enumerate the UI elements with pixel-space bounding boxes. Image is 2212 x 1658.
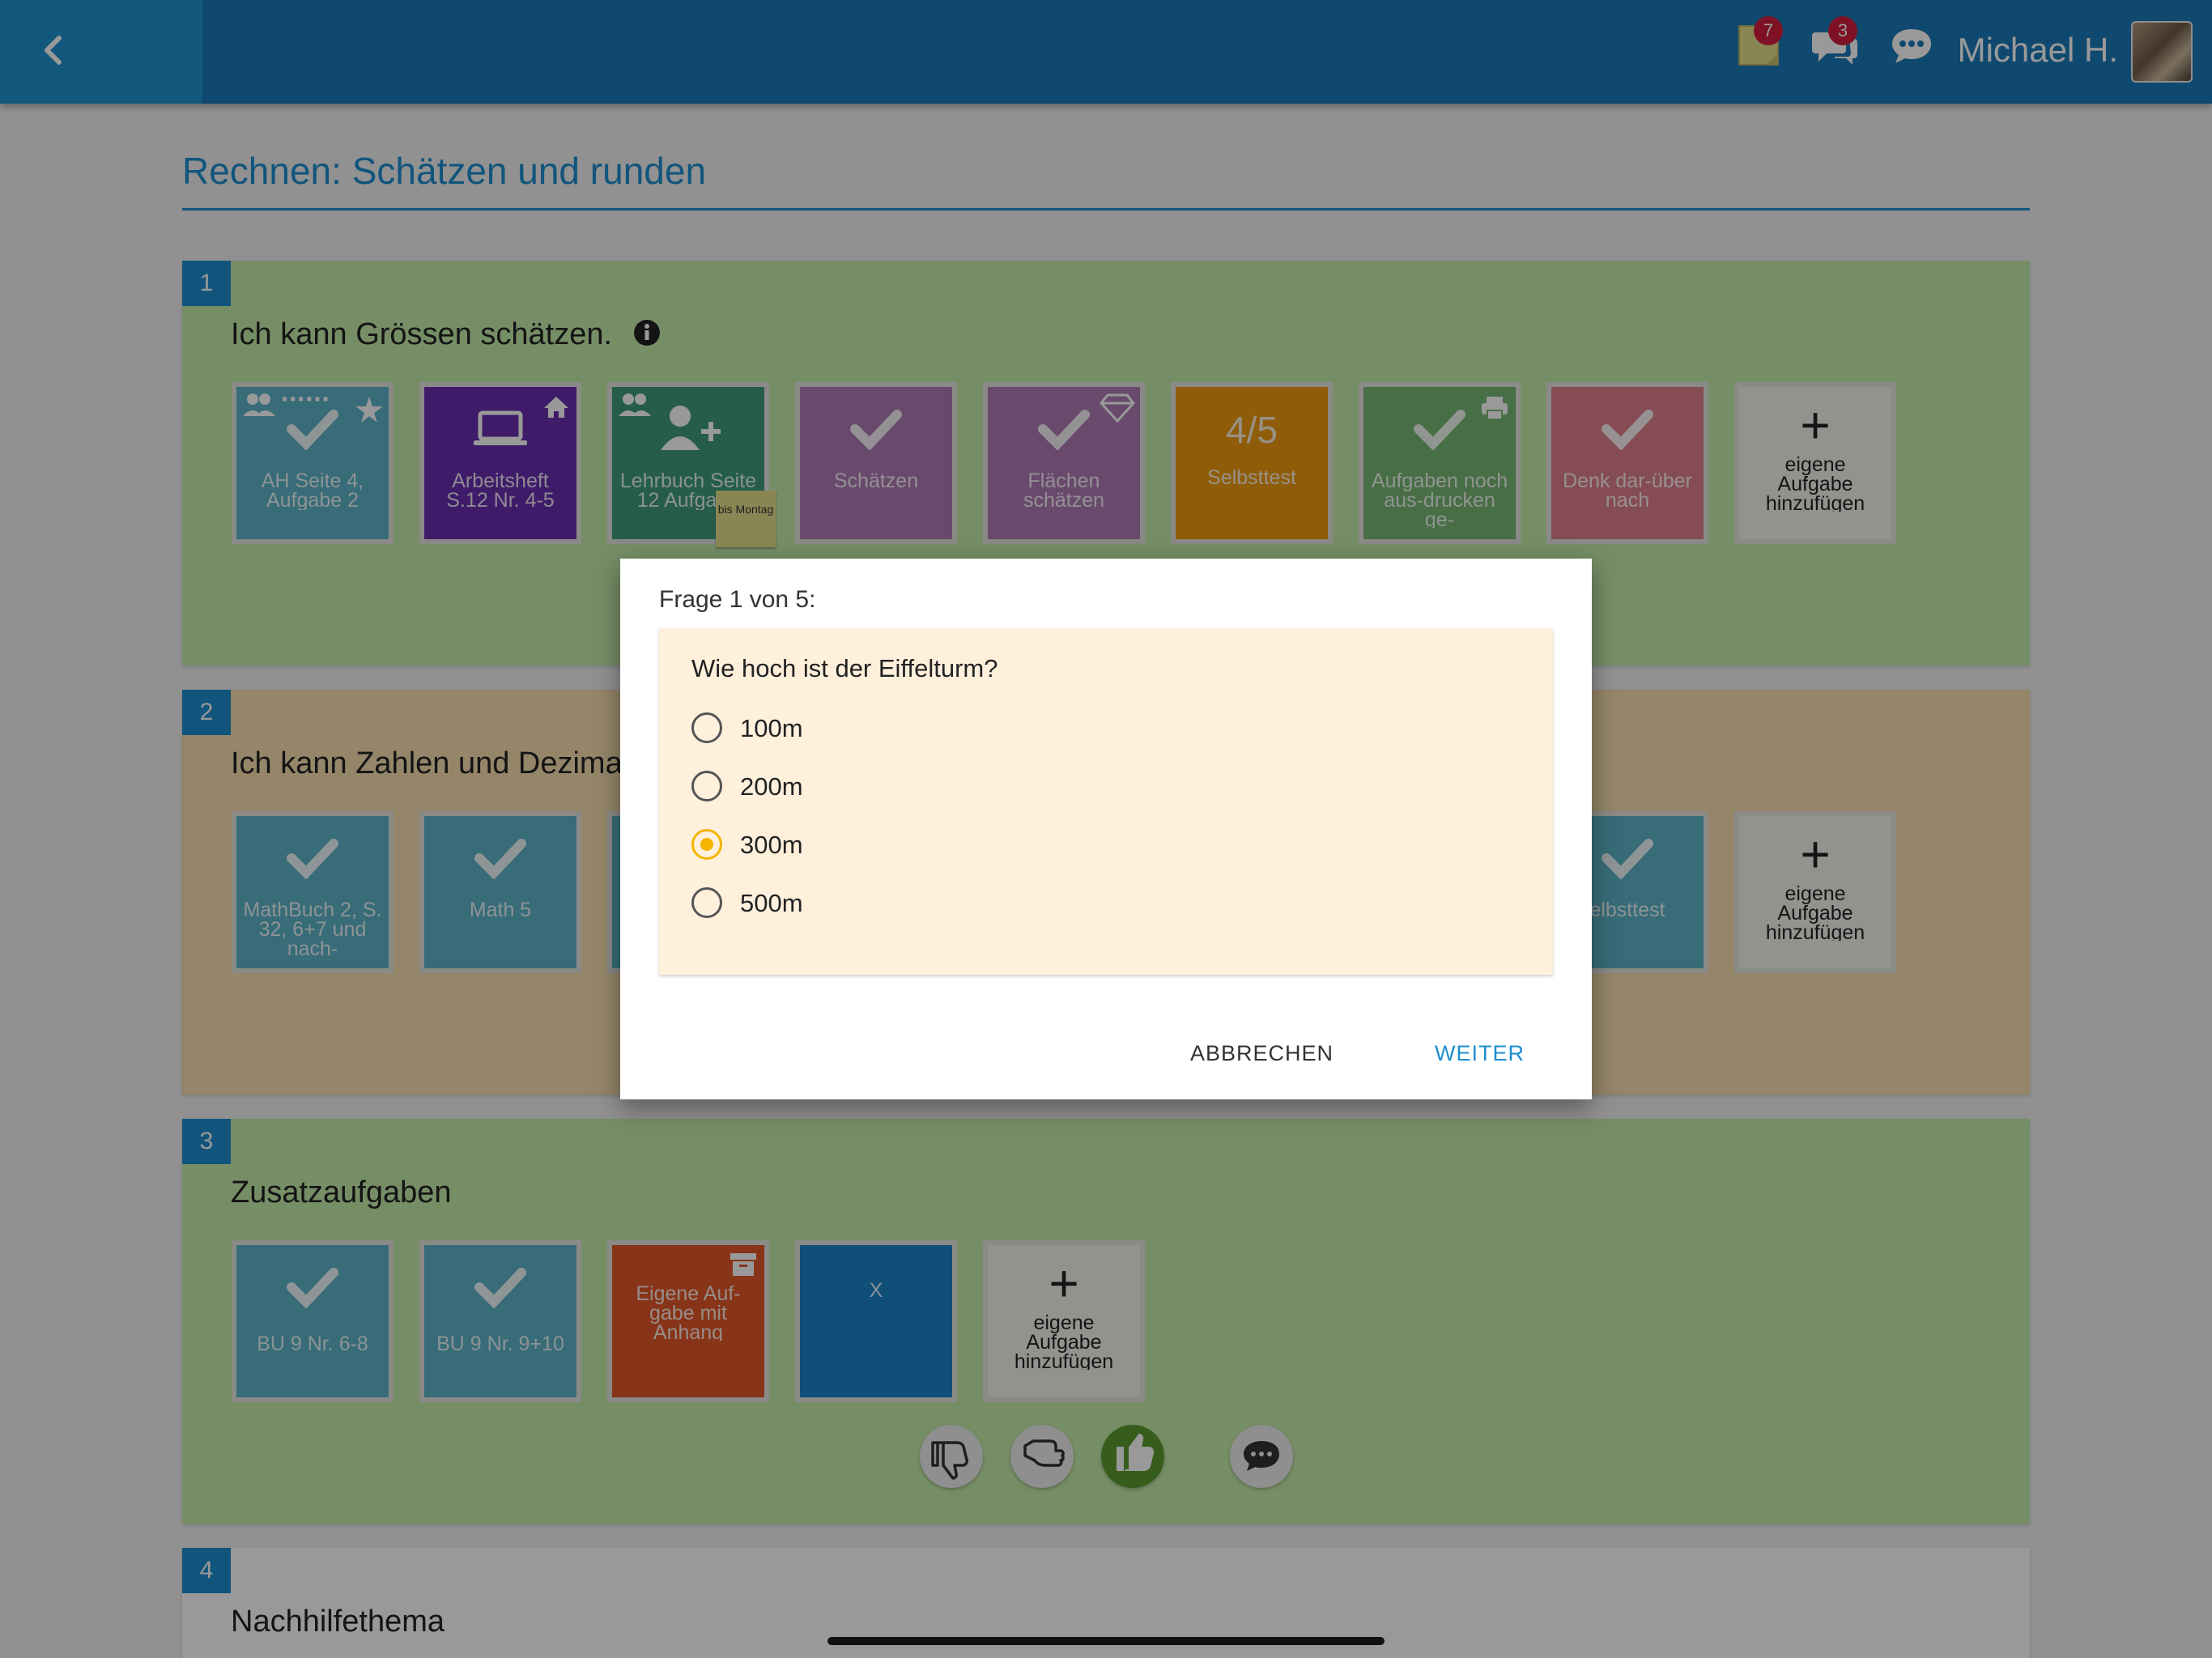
question-counter: Frage 1 von 5: bbox=[659, 586, 816, 613]
radio-button-selected[interactable] bbox=[691, 829, 722, 860]
quiz-dialog: Frage 1 von 5: Wie hoch ist der Eiffeltu… bbox=[620, 559, 1592, 1099]
answer-label: 200m bbox=[740, 772, 803, 801]
radio-button[interactable] bbox=[691, 887, 722, 918]
question-text: Wie hoch ist der Eiffelturm? bbox=[691, 654, 998, 682]
next-button[interactable]: WEITER bbox=[1435, 1041, 1525, 1066]
radio-button[interactable] bbox=[691, 771, 722, 801]
answer-label: 300m bbox=[740, 831, 803, 859]
radio-button[interactable] bbox=[691, 712, 722, 743]
answer-label: 500m bbox=[740, 889, 803, 917]
question-card: Wie hoch ist der Eiffelturm? 100m 200m 3… bbox=[659, 628, 1553, 975]
home-indicator[interactable] bbox=[827, 1637, 1385, 1645]
cancel-button[interactable]: ABBRECHEN bbox=[1190, 1041, 1334, 1066]
answer-label: 100m bbox=[740, 714, 803, 742]
